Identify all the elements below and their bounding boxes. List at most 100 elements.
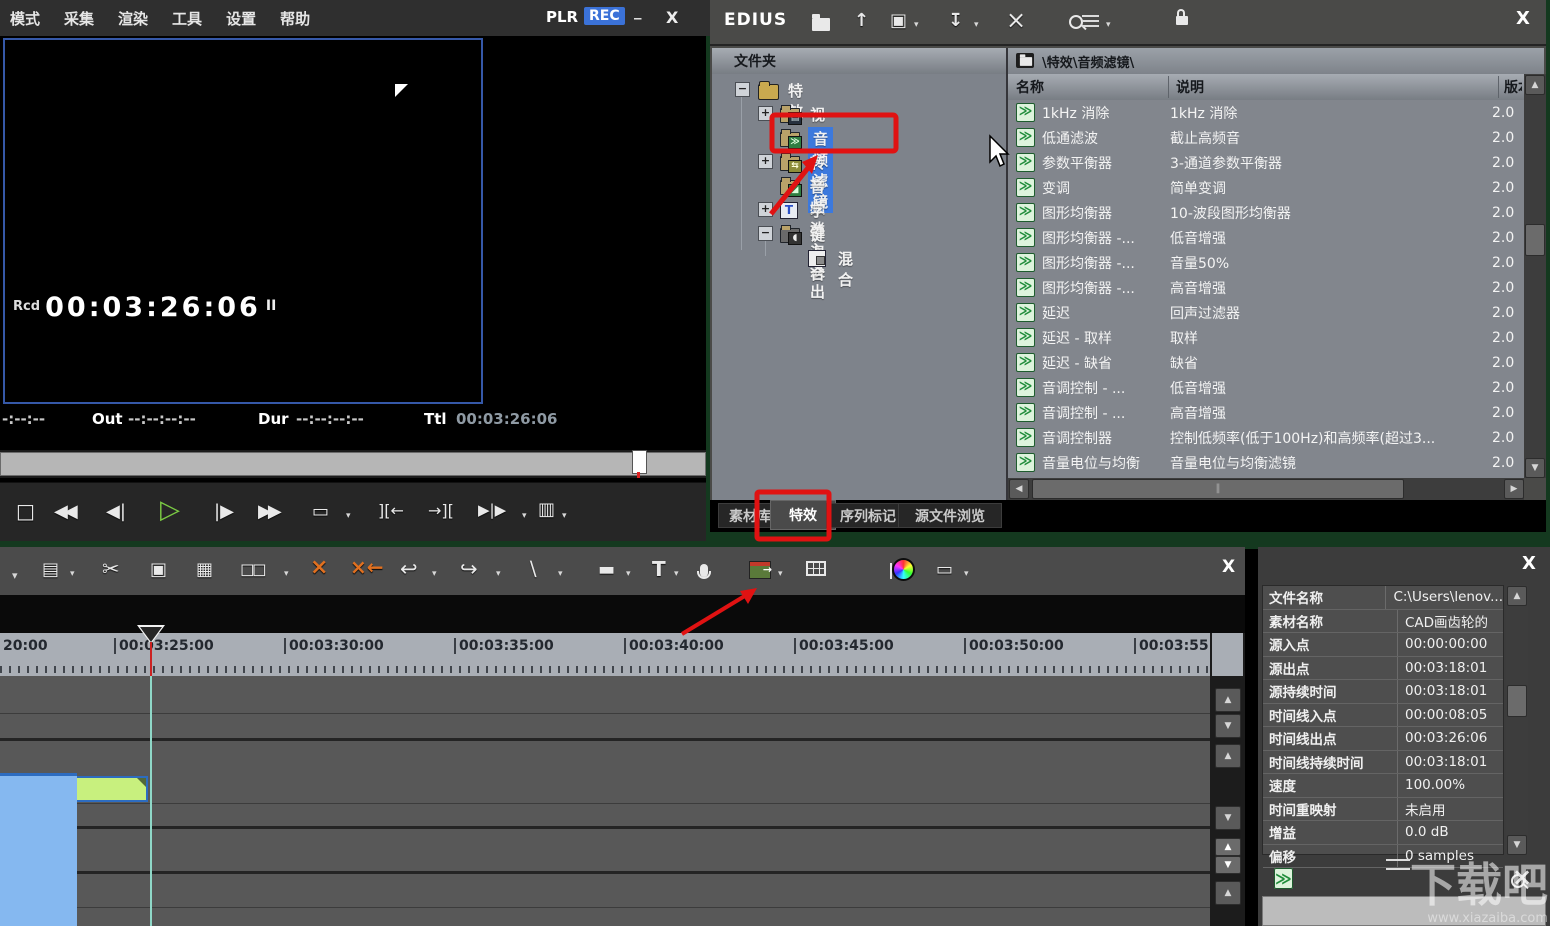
toolbar-overflow-caret[interactable]: ▾: [12, 569, 18, 582]
effect-row[interactable]: ≫音量电位与均衡音量电位与均衡滤镜2.0: [1008, 450, 1524, 475]
bin-close-button[interactable]: X: [1516, 8, 1530, 29]
tree-item-label[interactable]: 混合: [838, 248, 853, 290]
tree-item-audio-filters[interactable]: ≫ 音频滤镜: [712, 126, 732, 150]
copy-icon[interactable]: ▣: [150, 561, 167, 579]
column-description[interactable]: 说明: [1176, 77, 1204, 97]
paste-icon[interactable]: ▦: [196, 561, 213, 579]
fast-forward-button[interactable]: ▶▶: [258, 503, 278, 521]
rec-mode-button[interactable]: REC: [584, 7, 625, 25]
effect-row[interactable]: ≫延迟 - 缺省缺省2.0: [1008, 350, 1524, 375]
save-caret[interactable]: ▾: [70, 569, 75, 579]
clip-green-segment[interactable]: [77, 776, 148, 802]
goto-in-button[interactable]: ][←: [378, 503, 404, 519]
effect-row[interactable]: ≫图形均衡器 -...音量50%2.0: [1008, 250, 1524, 275]
effect-row[interactable]: ≫音调控制器控制低频率(低于100Hz)和高频率(超过3...2.0: [1008, 425, 1524, 450]
applied-effects-list[interactable]: [1262, 896, 1546, 926]
menu-help[interactable]: 帮助: [280, 8, 310, 29]
goto-out-button[interactable]: →][: [428, 503, 454, 519]
playback-options-button[interactable]: ▭: [312, 503, 329, 521]
tree-item-transitions[interactable]: + ⇆ 转场: [712, 150, 732, 174]
column-version[interactable]: 版本: [1504, 77, 1522, 97]
plr-mode-button[interactable]: PLR: [546, 8, 578, 26]
tree-item-video-filters[interactable]: + ▤ 视频滤镜: [712, 102, 732, 126]
expand-toggle[interactable]: +: [758, 106, 773, 121]
collapse-toggle[interactable]: −: [735, 82, 750, 97]
tree-item-audio-fade[interactable]: ◢ 音频淡入淡出: [712, 174, 732, 198]
delete-icon[interactable]: ×: [1006, 8, 1026, 32]
color-correction-icon[interactable]: [892, 558, 915, 581]
track-nudge-down[interactable]: ▼: [1215, 856, 1241, 874]
cut-icon[interactable]: ✂: [102, 559, 120, 580]
panel-layout-icon[interactable]: ▭: [936, 561, 953, 579]
effect-row[interactable]: ≫音调控制 - ...低音增强2.0: [1008, 375, 1524, 400]
info-scroll-thumb[interactable]: [1507, 685, 1527, 717]
minimize-button[interactable]: _: [634, 2, 642, 20]
tab-source-browser[interactable]: 源文件浏览: [898, 503, 1002, 528]
export-button[interactable]: ▥: [538, 501, 555, 519]
expand-toggle[interactable]: +: [758, 202, 773, 217]
effect-row[interactable]: ≫1kHz 消除1kHz 消除2.0: [1008, 100, 1524, 125]
ripple-delete-icon[interactable]: ×: [310, 555, 328, 580]
effect-row[interactable]: ≫延迟 - 取样取样2.0: [1008, 325, 1524, 350]
scroll-up-button[interactable]: ▲: [1525, 75, 1545, 95]
add-cut-point-caret[interactable]: ▾: [558, 569, 563, 579]
frame-back-button[interactable]: ◀|: [106, 503, 126, 521]
effect-row[interactable]: ≫延迟回声过滤器2.0: [1008, 300, 1524, 325]
view-caret[interactable]: ▾: [1106, 20, 1111, 30]
effects-hscrollbar[interactable]: ◀ ‖ ▶: [1008, 478, 1524, 500]
export-caret[interactable]: ▾: [562, 511, 567, 521]
trim-mode-caret[interactable]: ▾: [626, 569, 631, 579]
tree-item-label[interactable]: 键: [810, 224, 825, 245]
search-icon[interactable]: [1069, 15, 1083, 29]
track-area[interactable]: [0, 676, 1210, 926]
column-name[interactable]: 名称: [1016, 77, 1044, 97]
playback-options-caret[interactable]: ▾: [346, 511, 351, 521]
track-scroll-down2[interactable]: ▼: [1215, 806, 1241, 830]
menu-capture[interactable]: 采集: [64, 8, 94, 29]
play-around-caret[interactable]: ▾: [522, 511, 527, 521]
hscroll-thumb[interactable]: ‖: [1032, 479, 1404, 499]
up-folder-icon[interactable]: ↑: [854, 12, 869, 30]
create-title-caret[interactable]: ▾: [674, 569, 679, 579]
scroll-left-button[interactable]: ◀: [1009, 479, 1029, 499]
scrub-track[interactable]: [0, 450, 706, 478]
effect-row[interactable]: ≫变调简单变调2.0: [1008, 175, 1524, 200]
redo-icon[interactable]: ↪: [460, 559, 478, 580]
frame-forward-button[interactable]: |▶: [214, 503, 234, 521]
rewind-button[interactable]: ◀◀: [54, 503, 74, 521]
create-title-icon[interactable]: T: [652, 559, 666, 579]
track-scroll-down[interactable]: ▼: [1215, 714, 1241, 738]
track-scroll-up2[interactable]: ▲: [1215, 744, 1241, 768]
view-list-icon[interactable]: [1082, 15, 1099, 28]
scroll-right-button[interactable]: ▶: [1504, 479, 1524, 499]
effects-vscrollbar[interactable]: ▲ ▼: [1524, 74, 1546, 478]
play-button[interactable]: ▷: [160, 495, 180, 525]
folder-icon[interactable]: [812, 18, 830, 31]
multicam-icon[interactable]: [806, 561, 826, 576]
add-to-timeline-caret[interactable]: ▾: [778, 569, 783, 579]
duplicate-icon[interactable]: ◻◻: [240, 561, 264, 579]
panel-layout-caret[interactable]: ▾: [964, 569, 969, 579]
undo-icon[interactable]: ↩: [400, 559, 418, 580]
voiceover-mic-icon[interactable]: [700, 564, 708, 577]
info-splitter-handle[interactable]: [1386, 859, 1410, 870]
add-cut-point-icon[interactable]: ∖: [526, 559, 539, 579]
effect-row[interactable]: ≫图形均衡器 -...高音增强2.0: [1008, 275, 1524, 300]
playhead-marker[interactable]: [140, 627, 162, 642]
timeline-close-button[interactable]: X: [1222, 557, 1235, 577]
scroll-down-button[interactable]: ▼: [1525, 458, 1545, 478]
info-close-button[interactable]: X: [1522, 553, 1536, 574]
stop-button[interactable]: □: [16, 501, 35, 521]
menu-tools[interactable]: 工具: [172, 8, 202, 29]
track-scroll-up3[interactable]: ▲: [1215, 881, 1241, 905]
lock-icon[interactable]: [1176, 16, 1188, 25]
trim-mode-icon[interactable]: ▬: [598, 561, 615, 579]
vscroll-thumb[interactable]: [1525, 224, 1545, 256]
menu-render[interactable]: 渲染: [118, 8, 148, 29]
info-clear-button[interactable]: ×: [1512, 863, 1532, 891]
effect-row[interactable]: ≫参数平衡器3-通道参数平衡器2.0: [1008, 150, 1524, 175]
menu-mode[interactable]: 模式: [10, 8, 40, 29]
undo-caret[interactable]: ▾: [432, 569, 437, 579]
effect-row[interactable]: ≫图形均衡器10-波段图形均衡器2.0: [1008, 200, 1524, 225]
delete-in-out-icon[interactable]: ×←: [350, 555, 384, 579]
